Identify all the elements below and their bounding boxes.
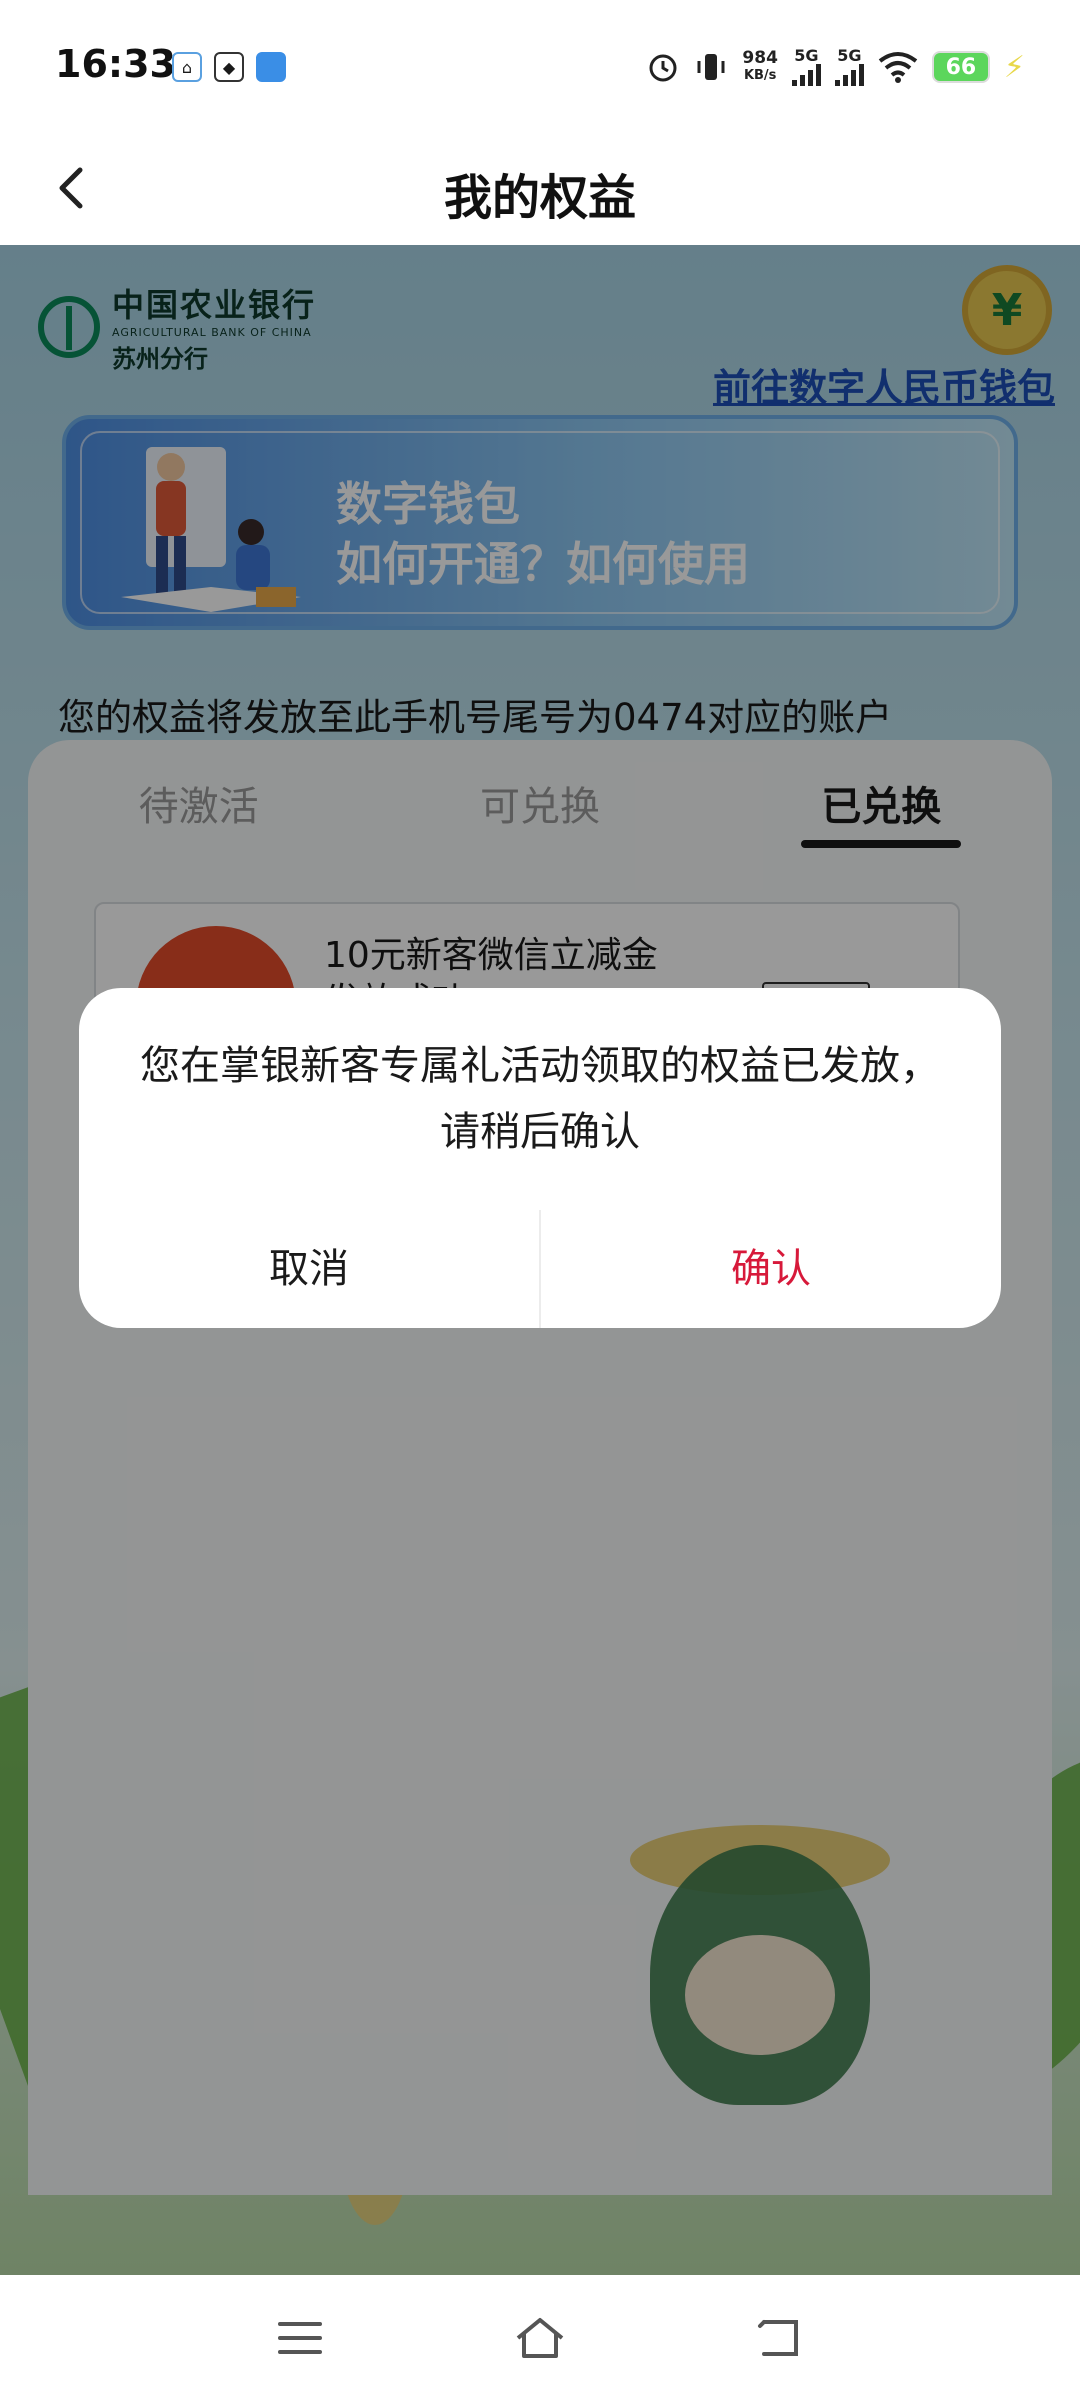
confirm-button[interactable]: 确认: [541, 1210, 1001, 1328]
dialog-actions: 取消 确认: [79, 1210, 1001, 1328]
status-bar: 16:33 ⌂ ◆ 984 KB/s 5G 5G 66 ⚡: [0, 0, 1080, 130]
home-app-icon: ⌂: [172, 52, 202, 82]
page-title: 我的权益: [443, 170, 636, 226]
back-nav-button[interactable]: [735, 2300, 825, 2376]
menu-icon: [278, 2322, 322, 2354]
home-button[interactable]: [495, 2300, 585, 2376]
cat-app-icon: ◆: [214, 52, 244, 82]
notification-icons: ⌂ ◆: [172, 52, 286, 82]
alarm-icon: [649, 54, 677, 82]
chat-app-icon: [256, 52, 286, 82]
charging-icon: ⚡: [1003, 49, 1025, 85]
back-nav-icon: [758, 2320, 798, 2356]
home-icon: [516, 2318, 564, 2358]
system-navigation-bar: [0, 2275, 1080, 2400]
signal-icon-2: 5G: [834, 48, 864, 86]
confirm-dialog: 您在掌银新客专属礼活动领取的权益已发放，请稍后确认 取消 确认: [79, 988, 1001, 1328]
wifi-icon: [878, 52, 918, 83]
vibrate-icon: [697, 54, 725, 80]
menu-button[interactable]: [255, 2300, 345, 2376]
signal-icon: 5G: [791, 48, 821, 86]
app-header: 我的权益: [0, 130, 1080, 245]
status-indicators: 984 KB/s 5G 5G 66 ⚡: [646, 48, 1025, 86]
battery-icon: 66: [931, 51, 990, 83]
dialog-message: 您在掌银新客专属礼活动领取的权益已发放，请稍后确认: [140, 1043, 940, 1155]
network-speed: 984 KB/s: [742, 48, 778, 83]
status-time: 16:33: [55, 42, 176, 86]
cancel-button[interactable]: 取消: [79, 1210, 541, 1328]
